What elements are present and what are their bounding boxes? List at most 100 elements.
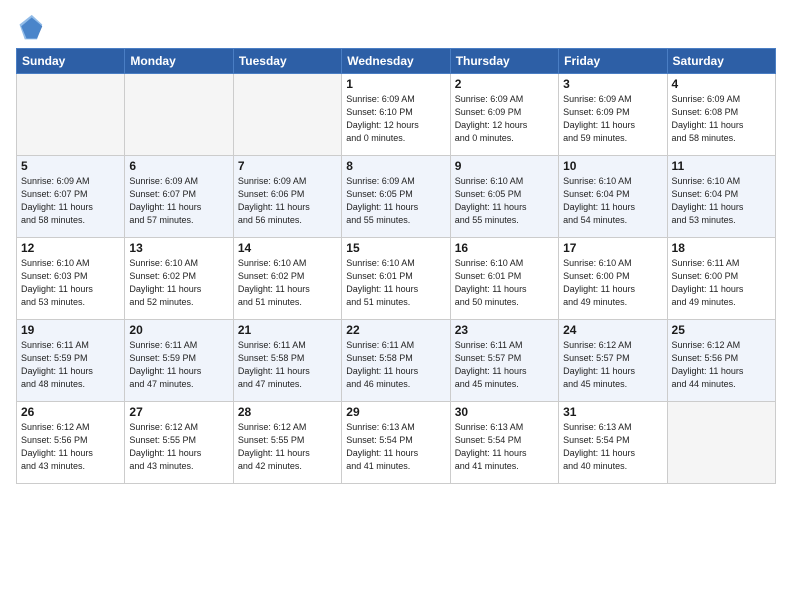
calendar-cell: 22 Sunrise: 6:11 AMSunset: 5:58 PMDayligh…	[342, 320, 450, 402]
calendar-cell: 14Sunrise: 6:10 AMSunset: 6:02 PMDayligh…	[233, 238, 341, 320]
day-number: 11	[672, 159, 771, 173]
day-info: Sunrise: 6:10 AMSunset: 6:00 PMDaylight:…	[563, 257, 662, 309]
day-number: 25	[672, 323, 771, 337]
day-number: 29	[346, 405, 445, 419]
day-info: Sunrise: 6:09 AMSunset: 6:05 PMDaylight:…	[346, 175, 445, 227]
calendar-cell: 21 Sunrise: 6:11 AMSunset: 5:58 PMDayligh…	[233, 320, 341, 402]
calendar-cell: 16Sunrise: 6:10 AMSunset: 6:01 PMDayligh…	[450, 238, 558, 320]
day-number: 31	[563, 405, 662, 419]
weekday-header-thursday: Thursday	[450, 49, 558, 74]
day-number: 10	[563, 159, 662, 173]
day-info: Sunrise: 6:13 AMSunset: 5:54 PMDaylight:…	[346, 421, 445, 473]
weekday-header-saturday: Saturday	[667, 49, 775, 74]
day-info: Sunrise: 6:12 AMSunset: 5:56 PMDaylight:…	[21, 421, 120, 473]
calendar-cell: 1 Sunrise: 6:09 AMSunset: 6:10 PMDaylight…	[342, 74, 450, 156]
day-number: 6	[129, 159, 228, 173]
day-number: 14	[238, 241, 337, 255]
calendar-cell: 23 Sunrise: 6:11 AMSunset: 5:57 PMDayligh…	[450, 320, 558, 402]
calendar-cell: 13 Sunrise: 6:10 AMSunset: 6:02 PMDayligh…	[125, 238, 233, 320]
day-info: Sunrise: 6:09 AMSunset: 6:06 PMDaylight:…	[238, 175, 337, 227]
page-container: SundayMondayTuesdayWednesdayThursdayFrid…	[0, 0, 792, 490]
day-info: Sunrise: 6:09 AMSunset: 6:07 PMDaylight:…	[129, 175, 228, 227]
day-number: 27	[129, 405, 228, 419]
day-number: 7	[238, 159, 337, 173]
day-info: Sunrise: 6:11 AMSunset: 5:58 PMDaylight:…	[238, 339, 337, 391]
calendar-cell: 30Sunrise: 6:13 AMSunset: 5:54 PMDayligh…	[450, 402, 558, 484]
calendar-cell: 9Sunrise: 6:10 AMSunset: 6:05 PMDaylight…	[450, 156, 558, 238]
day-info: Sunrise: 6:11 AMSunset: 5:59 PMDaylight:…	[129, 339, 228, 391]
day-number: 9	[455, 159, 554, 173]
day-info: Sunrise: 6:09 AMSunset: 6:09 PMDaylight:…	[455, 93, 554, 145]
day-number: 15	[346, 241, 445, 255]
day-info: Sunrise: 6:11 AMSunset: 5:57 PMDaylight:…	[455, 339, 554, 391]
day-number: 3	[563, 77, 662, 91]
calendar-cell: 31Sunrise: 6:13 AMSunset: 5:54 PMDayligh…	[559, 402, 667, 484]
day-info: Sunrise: 6:10 AMSunset: 6:02 PMDaylight:…	[129, 257, 228, 309]
day-number: 13	[129, 241, 228, 255]
day-number: 4	[672, 77, 771, 91]
calendar-cell: 7 Sunrise: 6:09 AMSunset: 6:06 PMDaylight…	[233, 156, 341, 238]
weekday-header-friday: Friday	[559, 49, 667, 74]
day-info: Sunrise: 6:09 AMSunset: 6:10 PMDaylight:…	[346, 93, 445, 145]
calendar-cell: 12 Sunrise: 6:10 AMSunset: 6:03 PMDayligh…	[17, 238, 125, 320]
calendar-cell: 10 Sunrise: 6:10 AMSunset: 6:04 PMDayligh…	[559, 156, 667, 238]
calendar-cell: 29 Sunrise: 6:13 AMSunset: 5:54 PMDayligh…	[342, 402, 450, 484]
day-info: Sunrise: 6:09 AMSunset: 6:08 PMDaylight:…	[672, 93, 771, 145]
day-number: 20	[129, 323, 228, 337]
calendar-cell: 27 Sunrise: 6:12 AMSunset: 5:55 PMDayligh…	[125, 402, 233, 484]
calendar-cell: 18 Sunrise: 6:11 AMSunset: 6:00 PMDayligh…	[667, 238, 775, 320]
weekday-header-tuesday: Tuesday	[233, 49, 341, 74]
week-row-5: 26Sunrise: 6:12 AMSunset: 5:56 PMDayligh…	[17, 402, 776, 484]
week-row-2: 5 Sunrise: 6:09 AMSunset: 6:07 PMDaylight…	[17, 156, 776, 238]
day-info: Sunrise: 6:10 AMSunset: 6:03 PMDaylight:…	[21, 257, 120, 309]
calendar-cell: 4 Sunrise: 6:09 AMSunset: 6:08 PMDaylight…	[667, 74, 775, 156]
header	[16, 10, 776, 42]
calendar-cell	[17, 74, 125, 156]
calendar-cell: 11 Sunrise: 6:10 AMSunset: 6:04 PMDayligh…	[667, 156, 775, 238]
day-info: Sunrise: 6:12 AMSunset: 5:57 PMDaylight:…	[563, 339, 662, 391]
day-number: 16	[455, 241, 554, 255]
calendar-cell: 25 Sunrise: 6:12 AMSunset: 5:56 PMDayligh…	[667, 320, 775, 402]
day-info: Sunrise: 6:11 AMSunset: 5:59 PMDaylight:…	[21, 339, 120, 391]
day-info: Sunrise: 6:12 AMSunset: 5:56 PMDaylight:…	[672, 339, 771, 391]
day-number: 28	[238, 405, 337, 419]
weekday-header-wednesday: Wednesday	[342, 49, 450, 74]
day-info: Sunrise: 6:09 AMSunset: 6:07 PMDaylight:…	[21, 175, 120, 227]
day-info: Sunrise: 6:10 AMSunset: 6:04 PMDaylight:…	[563, 175, 662, 227]
day-number: 21	[238, 323, 337, 337]
day-number: 30	[455, 405, 554, 419]
day-number: 1	[346, 77, 445, 91]
calendar-cell: 26Sunrise: 6:12 AMSunset: 5:56 PMDayligh…	[17, 402, 125, 484]
day-number: 23	[455, 323, 554, 337]
day-number: 5	[21, 159, 120, 173]
day-number: 18	[672, 241, 771, 255]
calendar-cell: 5 Sunrise: 6:09 AMSunset: 6:07 PMDaylight…	[17, 156, 125, 238]
week-row-3: 12 Sunrise: 6:10 AMSunset: 6:03 PMDayligh…	[17, 238, 776, 320]
day-number: 19	[21, 323, 120, 337]
week-row-4: 19 Sunrise: 6:11 AMSunset: 5:59 PMDayligh…	[17, 320, 776, 402]
calendar-cell: 3Sunrise: 6:09 AMSunset: 6:09 PMDaylight…	[559, 74, 667, 156]
calendar-table: SundayMondayTuesdayWednesdayThursdayFrid…	[16, 48, 776, 484]
day-info: Sunrise: 6:11 AMSunset: 6:00 PMDaylight:…	[672, 257, 771, 309]
day-number: 12	[21, 241, 120, 255]
day-info: Sunrise: 6:10 AMSunset: 6:04 PMDaylight:…	[672, 175, 771, 227]
calendar-cell	[233, 74, 341, 156]
calendar-cell: 28Sunrise: 6:12 AMSunset: 5:55 PMDayligh…	[233, 402, 341, 484]
logo-icon	[16, 14, 44, 42]
calendar-cell: 6 Sunrise: 6:09 AMSunset: 6:07 PMDaylight…	[125, 156, 233, 238]
day-info: Sunrise: 6:10 AMSunset: 6:01 PMDaylight:…	[346, 257, 445, 309]
day-number: 17	[563, 241, 662, 255]
day-number: 24	[563, 323, 662, 337]
calendar-cell: 8Sunrise: 6:09 AMSunset: 6:05 PMDaylight…	[342, 156, 450, 238]
calendar-cell: 15 Sunrise: 6:10 AMSunset: 6:01 PMDayligh…	[342, 238, 450, 320]
calendar-cell	[125, 74, 233, 156]
calendar-cell: 2Sunrise: 6:09 AMSunset: 6:09 PMDaylight…	[450, 74, 558, 156]
calendar-cell	[667, 402, 775, 484]
day-info: Sunrise: 6:12 AMSunset: 5:55 PMDaylight:…	[129, 421, 228, 473]
day-info: Sunrise: 6:11 AMSunset: 5:58 PMDaylight:…	[346, 339, 445, 391]
day-number: 22	[346, 323, 445, 337]
week-row-1: 1 Sunrise: 6:09 AMSunset: 6:10 PMDaylight…	[17, 74, 776, 156]
weekday-header-row: SundayMondayTuesdayWednesdayThursdayFrid…	[17, 49, 776, 74]
logo	[16, 14, 48, 42]
weekday-header-sunday: Sunday	[17, 49, 125, 74]
